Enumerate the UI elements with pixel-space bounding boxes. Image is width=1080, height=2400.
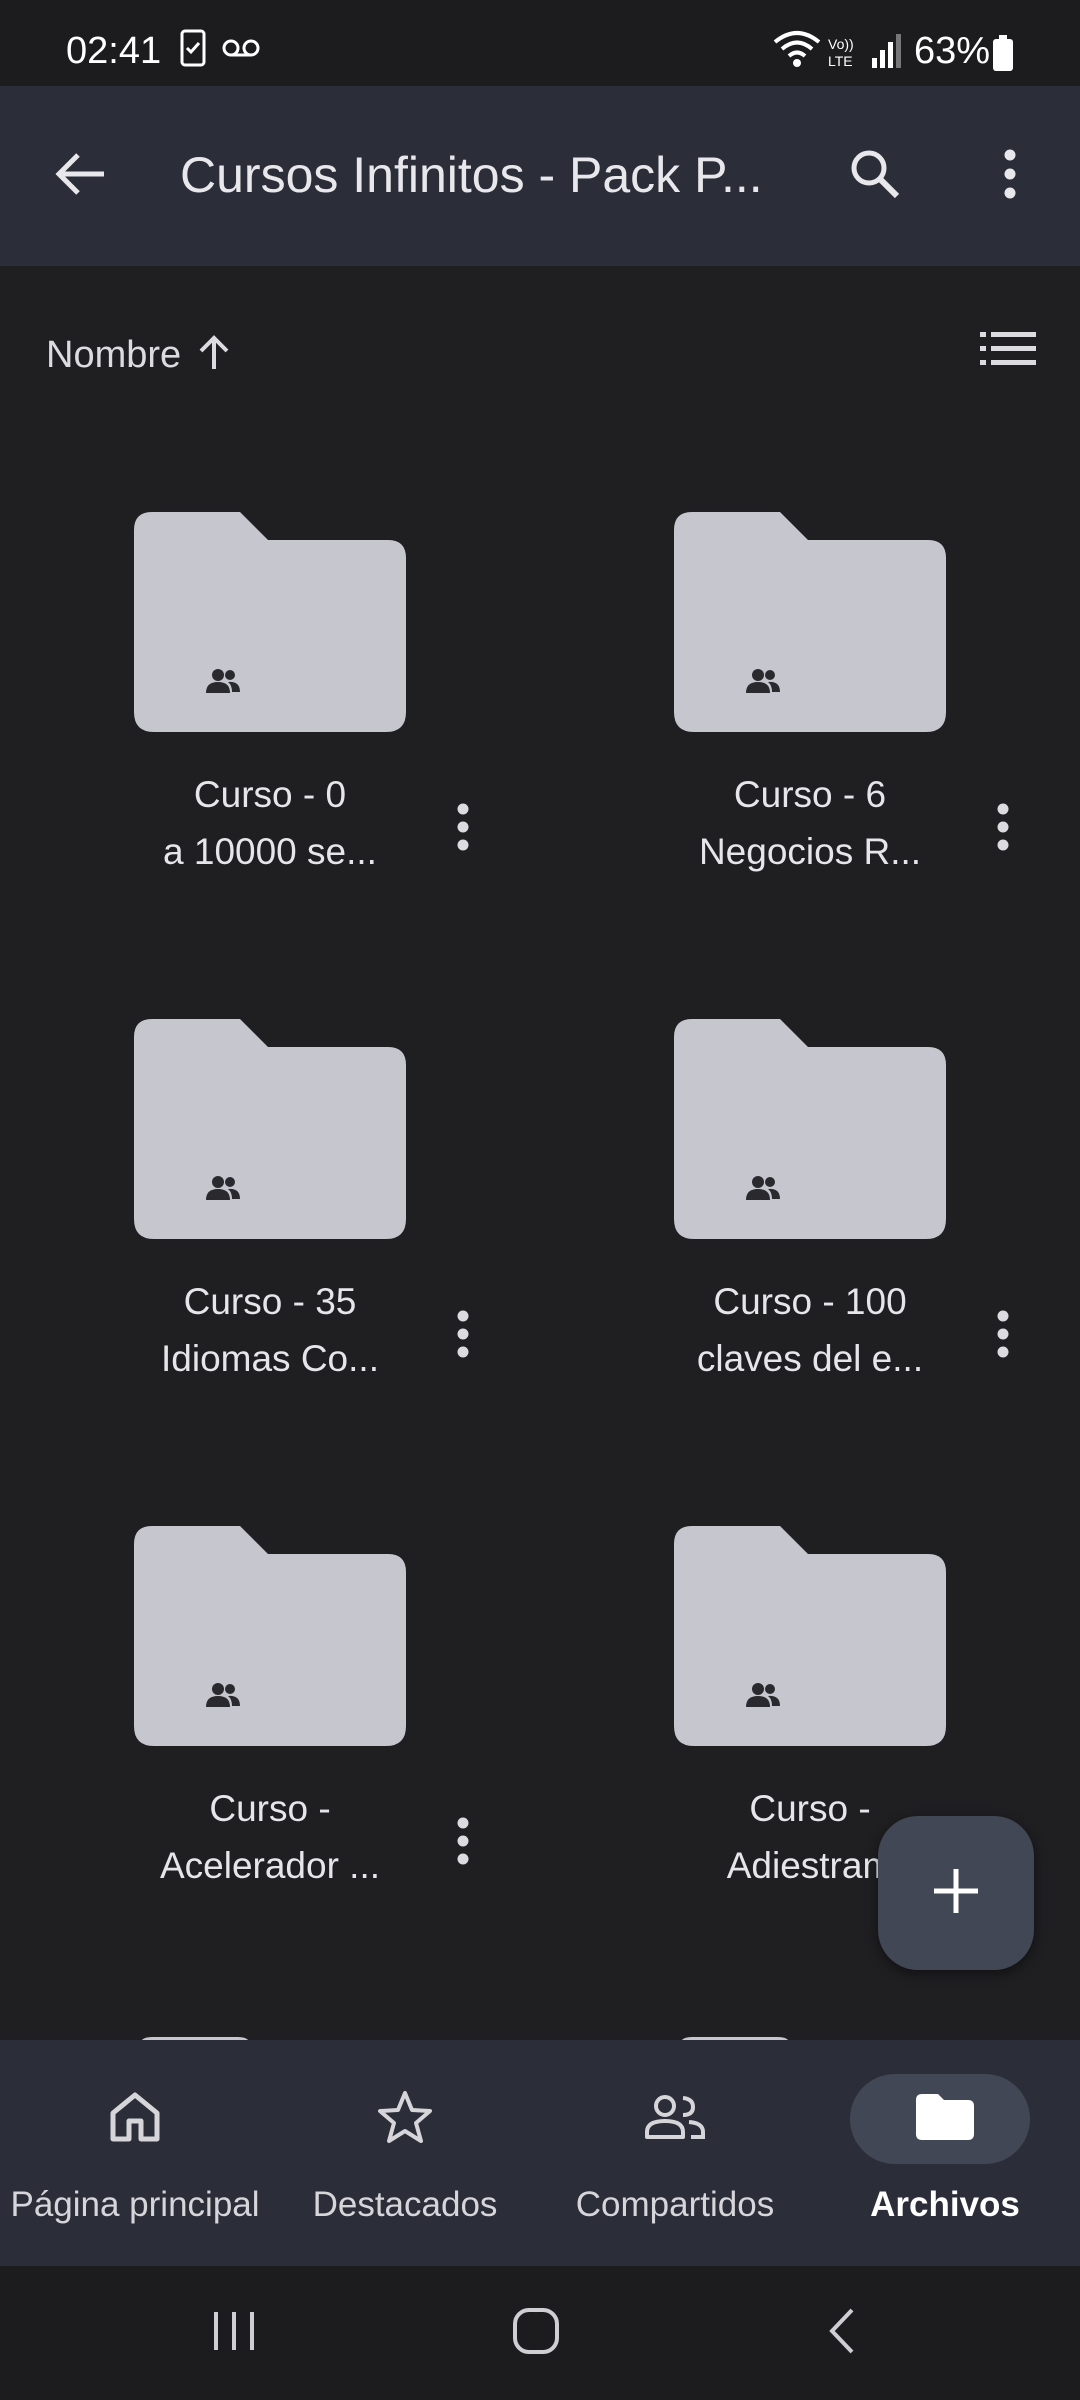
folder-item[interactable]: Curso - 6 Negocios R... (540, 446, 1080, 953)
folder-name: Curso - 0 a 10000 se... (90, 766, 450, 880)
signal-icon (870, 32, 904, 75)
more-vert-icon (996, 802, 1010, 857)
nav-label: Compartidos (575, 2185, 775, 2224)
system-navigation-bar (0, 2266, 1080, 2400)
more-vert-icon (456, 1816, 470, 1871)
sort-button[interactable]: Nombre (46, 334, 231, 377)
back-button[interactable] (40, 131, 120, 221)
sort-label: Nombre (46, 334, 182, 376)
folder-more-button[interactable] (438, 1803, 488, 1883)
recent-apps-icon (211, 2310, 257, 2357)
shared-people-icon (206, 1682, 240, 1713)
folder-name-line2: Acelerador ... (159, 1845, 381, 1886)
folder-more-button[interactable] (438, 789, 488, 869)
volte-icon: Vo)) LTE (826, 34, 862, 75)
battery-percentage: 63% (914, 30, 991, 72)
bottom-navigation: Página principal Destacados Compartidos … (0, 2040, 1080, 2266)
shared-people-icon (746, 1682, 780, 1713)
more-vert-icon (1003, 148, 1017, 205)
shared-people-icon (206, 1175, 240, 1206)
svg-text:LTE: LTE (828, 53, 853, 69)
shared-people-icon (746, 1175, 780, 1206)
folder-name-line2: a 10000 se... (163, 831, 377, 872)
nav-item-starred[interactable]: Destacados (270, 2040, 540, 2266)
folder-name: Curso - 6 Negocios R... (630, 766, 990, 880)
status-time: 02:41 (66, 30, 162, 72)
folder-icon (916, 2093, 974, 2145)
back-arrow-icon (54, 151, 106, 202)
nav-label: Archivos (870, 2185, 1020, 2224)
nav-item-home[interactable]: Página principal (0, 2040, 270, 2266)
folder-name-line1: Curso - 35 (183, 1281, 357, 1322)
folder-icon (134, 1526, 406, 1751)
battery-icon (992, 34, 1014, 77)
folder-name-line2: claves del e... (696, 1338, 924, 1379)
folder-more-button[interactable] (978, 789, 1028, 869)
clipboard-notification-icon (180, 28, 208, 73)
folder-name-line1: Curso - 0 (193, 774, 347, 815)
people-icon (643, 2094, 707, 2145)
folder-icon (680, 2032, 790, 2040)
folder-icon (134, 512, 406, 737)
home-button[interactable] (476, 2296, 596, 2370)
folder-more-button[interactable] (438, 1296, 488, 1376)
wifi-icon (772, 28, 822, 75)
list-view-icon (980, 332, 1036, 372)
app-bar: Cursos Infinitos - Pack P... (0, 86, 1080, 266)
voicemail-icon (222, 36, 260, 65)
folder-name-line1: Curso - 6 (733, 774, 887, 815)
more-vert-icon (456, 1309, 470, 1364)
folder-item[interactable]: Curso - 0 a 10000 se... (0, 446, 540, 953)
more-options-button[interactable] (970, 131, 1050, 221)
folder-item[interactable]: Curso - Acelerador ... (0, 1460, 540, 1967)
home-icon (109, 2091, 161, 2148)
folder-name: Curso - 100 claves del e... (630, 1273, 990, 1387)
sort-row: Nombre (0, 266, 1080, 446)
folder-icon (674, 1526, 946, 1751)
home-circle-icon (512, 2307, 560, 2360)
nav-item-shared[interactable]: Compartidos (540, 2040, 810, 2266)
status-bar: 02:41 Vo)) LTE 63% (0, 0, 1080, 86)
svg-text:Vo)): Vo)) (828, 36, 854, 52)
view-toggle-button[interactable] (980, 330, 1040, 380)
folder-name: Curso - Acelerador ... (90, 1780, 450, 1894)
plus-icon (931, 1866, 981, 1921)
folder-more-button[interactable] (978, 1296, 1028, 1376)
nav-item-files[interactable]: Archivos (810, 2040, 1080, 2266)
folder-icon (674, 512, 946, 737)
system-back-button[interactable] (782, 2296, 902, 2370)
shared-people-icon (206, 668, 240, 699)
new-item-fab[interactable] (878, 1816, 1034, 1970)
back-chevron-icon (826, 2307, 858, 2360)
search-icon (849, 148, 901, 205)
recent-apps-button[interactable] (174, 2296, 294, 2370)
folder-icon (134, 1019, 406, 1244)
more-vert-icon (456, 802, 470, 857)
page-title: Cursos Infinitos - Pack P... (180, 147, 763, 203)
more-vert-icon (996, 1309, 1010, 1364)
folder-item[interactable]: Curso - 100 claves del e... (540, 953, 1080, 1460)
folder-name-line1: Curso - (209, 1788, 331, 1829)
folder-name-line2: Idiomas Co... (161, 1338, 379, 1379)
folder-name: Curso - 35 Idiomas Co... (90, 1273, 450, 1387)
folder-item[interactable]: Curso - 35 Idiomas Co... (0, 953, 540, 1460)
nav-label: Destacados (312, 2185, 498, 2224)
folder-icon (674, 1019, 946, 1244)
folder-grid: Curso - 0 a 10000 se... Curso - 6 Negoci… (0, 446, 1080, 2040)
shared-people-icon (746, 668, 780, 699)
folder-name-line2: Negocios R... (698, 831, 922, 872)
arrow-up-icon (197, 335, 231, 376)
search-button[interactable] (830, 131, 920, 221)
star-icon (377, 2090, 433, 2149)
folder-icon (140, 2032, 250, 2040)
nav-label: Página principal (10, 2185, 260, 2224)
folder-name-line1: Curso - 100 (713, 1281, 907, 1322)
